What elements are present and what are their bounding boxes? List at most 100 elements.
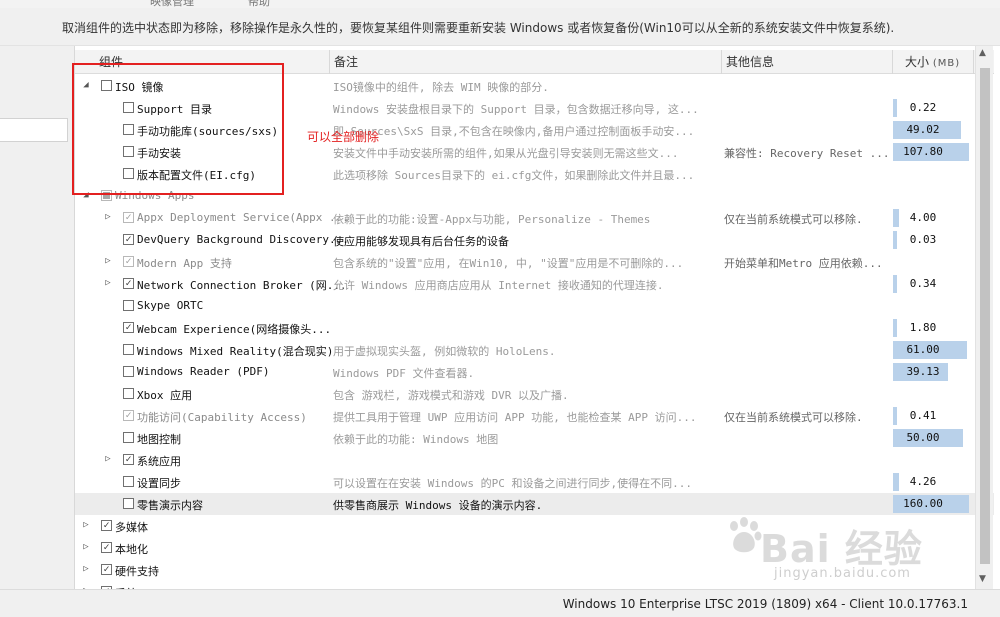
row-size: 1.80 xyxy=(893,319,973,337)
size-value: 107.80 xyxy=(903,145,943,158)
tree-row[interactable]: Xbox 应用 包含 游戏栏, 游戏模式和游戏 DVR 以及广播. xyxy=(75,383,994,405)
column-header-size[interactable]: 大小 (MB) xyxy=(893,50,974,74)
row-checkbox[interactable] xyxy=(123,498,134,509)
size-value: 0.03 xyxy=(909,233,937,246)
row-checkbox[interactable]: ✓ xyxy=(123,410,134,421)
row-size: 107.80 xyxy=(893,143,973,161)
left-panel xyxy=(0,46,74,617)
row-size: 0.34 xyxy=(893,275,973,293)
row-checkbox[interactable]: ✓ xyxy=(123,234,134,245)
row-name: DevQuery Background Discovery... xyxy=(137,233,349,246)
top-tab-strip: 映像管理 帮助 xyxy=(0,0,1000,8)
row-note: 依赖于此的功能:设置-Appx与功能, Personalize - Themes xyxy=(333,213,651,226)
size-value: 49.02 xyxy=(906,123,940,136)
size-value: 4.00 xyxy=(909,211,937,224)
tree-row[interactable]: Skype ORTC xyxy=(75,295,994,317)
expand-arrow-icon[interactable]: ▷ xyxy=(81,542,91,552)
row-checkbox[interactable]: ✓ xyxy=(101,542,112,553)
row-note: 依赖于此的功能: Windows 地图 xyxy=(333,433,499,446)
description-bar: 取消组件的选中状态即为移除，移除操作是永久性的，要恢复某组件则需要重新安装 Wi… xyxy=(0,8,1000,46)
row-name: 零售演示内容 xyxy=(137,499,203,512)
row-name: 功能访问(Capability Access) xyxy=(137,411,307,424)
expand-arrow-icon[interactable]: ▷ xyxy=(81,564,91,574)
size-value: 1.80 xyxy=(909,321,937,334)
size-value: 4.26 xyxy=(909,475,937,488)
row-name: Windows Mixed Reality(混合现实) xyxy=(137,345,334,358)
row-name: 多媒体 xyxy=(115,521,148,534)
row-checkbox[interactable]: ✓ xyxy=(101,520,112,531)
scrollbar-thumb[interactable] xyxy=(980,68,990,564)
status-bar: Windows 10 Enterprise LTSC 2019 (1809) x… xyxy=(0,589,1000,617)
tree-row[interactable]: ✓ DevQuery Background Discovery... 使应用能够发现… xyxy=(75,229,994,251)
tree-row[interactable]: 设置同步 可以设置在在安装 Windows 的PC 和设备之间进行同步,使得在不同… xyxy=(75,471,994,493)
os-version-text: Windows 10 Enterprise LTSC 2019 (1809) x… xyxy=(562,597,968,611)
row-info: 兼容性: Recovery Reset ... xyxy=(724,147,889,160)
tree-row[interactable]: ▷ ✓ Modern App 支持 包含系统的"设置"应用, 在Win10, 中, "… xyxy=(75,251,994,273)
row-checkbox[interactable]: ✓ xyxy=(123,454,134,465)
tree-row[interactable]: ▷ ✓ Appx Deployment Service(Appx ... 依赖于此的功… xyxy=(75,207,994,229)
row-note: 安装文件中手动安装所需的组件,如果从光盘引导安装则无需这些文... xyxy=(333,147,679,160)
row-checkbox[interactable] xyxy=(123,344,134,355)
row-note: Windows 安装盘根目录下的 Support 目录，包含数据迁移向导, 这.… xyxy=(333,103,699,116)
scroll-up-icon[interactable]: ▲ xyxy=(979,48,986,58)
expand-arrow-icon[interactable]: ▷ xyxy=(103,278,113,288)
row-note: 供零售商展示 Windows 设备的演示内容. xyxy=(333,499,543,512)
expand-arrow-icon[interactable]: ▷ xyxy=(103,256,113,266)
column-header-info[interactable]: 其他信息 xyxy=(722,50,893,74)
annotation-highlight-box xyxy=(72,63,284,195)
tree-row[interactable]: 地图控制 依赖于此的功能: Windows 地图 50.00 xyxy=(75,427,994,449)
annotation-text: 可以全部删除 xyxy=(307,130,380,144)
row-info: 仅在当前系统模式可以移除. xyxy=(724,213,863,226)
tree-row[interactable]: ✓ 功能访问(Capability Access) 提供工具用于管理 UWP 应用访… xyxy=(75,405,994,427)
expand-arrow-icon[interactable]: ▷ xyxy=(81,520,91,530)
row-checkbox[interactable]: ✓ xyxy=(123,278,134,289)
row-size: 4.26 xyxy=(893,473,973,491)
row-checkbox[interactable] xyxy=(123,432,134,443)
row-name: 硬件支持 xyxy=(115,565,159,578)
column-header-note[interactable]: 备注 xyxy=(330,50,722,74)
row-checkbox[interactable]: ✓ xyxy=(123,256,134,267)
size-value: 0.22 xyxy=(909,101,937,114)
row-checkbox[interactable] xyxy=(123,300,134,311)
row-size: 0.41 xyxy=(893,407,973,425)
row-name: Skype ORTC xyxy=(137,299,204,312)
row-size: 49.02 xyxy=(893,121,973,139)
row-name: Xbox 应用 xyxy=(137,389,193,402)
row-checkbox[interactable] xyxy=(123,366,134,377)
row-checkbox[interactable]: ✓ xyxy=(101,564,112,575)
tree-row[interactable]: ▷ ✓ Network Connection Broker (网... 允许 Wind… xyxy=(75,273,994,295)
tree-row[interactable]: Windows Reader (PDF) Windows PDF 文件查看器. 39… xyxy=(75,361,994,383)
scroll-down-icon[interactable]: ▼ xyxy=(979,574,986,584)
row-size: 0.22 xyxy=(893,99,973,117)
row-note: 允许 Windows 应用商店应用从 Internet 接收通知的代理连接. xyxy=(333,279,664,292)
row-size: 39.13 xyxy=(893,363,973,381)
row-checkbox[interactable] xyxy=(123,476,134,487)
size-header-unit: (MB) xyxy=(932,58,961,69)
expand-arrow-icon[interactable]: ▷ xyxy=(103,212,113,222)
left-panel-input[interactable] xyxy=(0,118,68,142)
row-note: 包含系统的"设置"应用, 在Win10, 中, "设置"应用是不可删除的... xyxy=(333,257,684,270)
row-name: Windows Reader (PDF) xyxy=(137,365,270,378)
row-name: 系统应用 xyxy=(137,455,181,468)
row-note: Windows PDF 文件查看器. xyxy=(333,367,475,380)
row-checkbox[interactable] xyxy=(123,388,134,399)
size-value: 0.41 xyxy=(909,409,937,422)
vertical-scrollbar[interactable]: ▲ ▼ xyxy=(975,46,993,589)
row-note: 使应用能够发现具有后台任务的设备 xyxy=(333,235,509,248)
size-value: 61.00 xyxy=(906,343,940,356)
row-name: Modern App 支持 xyxy=(137,257,232,270)
row-note: ISO镜像中的组件, 除去 WIM 映像的部分. xyxy=(333,81,549,94)
row-name: Appx Deployment Service(Appx ... xyxy=(137,211,349,224)
row-checkbox[interactable]: ✓ xyxy=(123,322,134,333)
tree-row[interactable]: Windows Mixed Reality(混合现实) 用于虚拟现实头盔, 例如微… xyxy=(75,339,994,361)
row-note: 包含 游戏栏, 游戏模式和游戏 DVR 以及广播. xyxy=(333,389,569,402)
tree-row[interactable]: ✓ Webcam Experience(网络摄像头... 1.80 xyxy=(75,317,994,339)
tree-row[interactable]: ▷ ✓ 系统应用 xyxy=(75,449,994,471)
row-name: Network Connection Broker (网... xyxy=(137,279,347,292)
row-name: Webcam Experience(网络摄像头... xyxy=(137,323,332,336)
row-name: 本地化 xyxy=(115,543,148,556)
size-value: 39.13 xyxy=(906,365,940,378)
size-value: 0.34 xyxy=(909,277,937,290)
row-checkbox[interactable]: ✓ xyxy=(123,212,134,223)
expand-arrow-icon[interactable]: ▷ xyxy=(103,454,113,464)
